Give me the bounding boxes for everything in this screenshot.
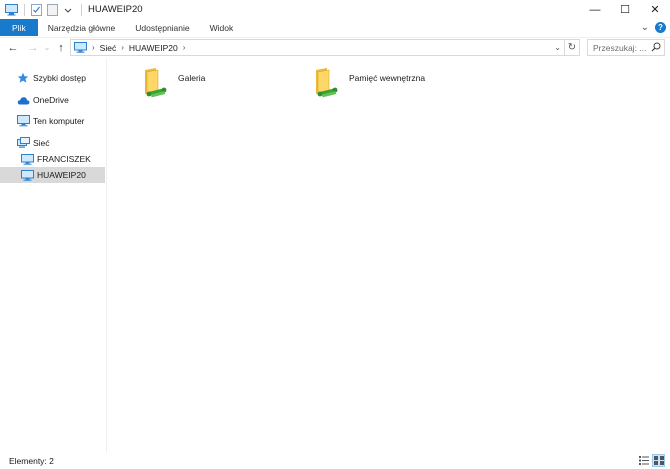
- sidebar-item-quick-access[interactable]: Szybki dostęp: [0, 70, 105, 86]
- new-folder-icon[interactable]: [45, 3, 59, 17]
- list-item-galeria[interactable]: Galeria: [142, 66, 205, 98]
- list-item-internal-memory[interactable]: Pamięć wewnętrzna: [313, 66, 425, 98]
- computer-icon: [16, 114, 30, 128]
- sidebar-item-onedrive[interactable]: OneDrive: [0, 92, 105, 108]
- sidebar-item-label: FRANCISZEK: [37, 154, 91, 164]
- address-bar[interactable]: › Sieć › HUAWEIP20 › ⌄ ↻: [70, 39, 580, 56]
- window-controls: — ☐ ✕: [580, 0, 670, 19]
- search-box[interactable]: [587, 39, 665, 56]
- help-icon[interactable]: ?: [655, 22, 666, 33]
- sidebar-item-this-pc[interactable]: Ten komputer: [0, 113, 105, 129]
- item-label: Pamięć wewnętrzna: [349, 73, 426, 83]
- recent-locations-button[interactable]: ⌄: [40, 39, 54, 57]
- breadcrumb-network[interactable]: Sieć: [100, 43, 117, 53]
- sidebar-item-franciszek[interactable]: FRANCISZEK: [0, 151, 105, 167]
- breadcrumb-separator[interactable]: ›: [183, 43, 186, 52]
- tab-share[interactable]: Udostępnianie: [125, 19, 199, 36]
- title-bar: HUAWEIP20 — ☐ ✕: [0, 0, 670, 19]
- sidebar-item-label: OneDrive: [33, 95, 69, 105]
- network-location-icon: [74, 42, 87, 53]
- breadcrumb-separator[interactable]: ›: [92, 43, 95, 52]
- breadcrumb-device[interactable]: HUAWEIP20: [129, 43, 178, 53]
- up-button[interactable]: ↑: [54, 39, 68, 57]
- sidebar-item-label: Sieć: [33, 138, 50, 148]
- sidebar-item-network[interactable]: Sieć: [0, 135, 105, 151]
- sidebar-item-label: Ten komputer: [33, 116, 85, 126]
- properties-icon[interactable]: [29, 3, 43, 17]
- sidebar-item-label: HUAWEIP20: [37, 170, 86, 180]
- expand-ribbon-icon[interactable]: ⌄: [641, 22, 649, 33]
- refresh-icon[interactable]: ↻: [564, 40, 579, 55]
- large-icons-view-icon[interactable]: [652, 454, 665, 467]
- customize-toolbar-icon[interactable]: [61, 3, 75, 17]
- item-count: Elementy: 2: [9, 456, 54, 466]
- shared-folder-icon: [316, 68, 338, 98]
- forward-button[interactable]: →: [26, 39, 40, 57]
- back-button[interactable]: ←: [6, 39, 20, 57]
- file-list: Galeria Pamięć wewnętrzna: [108, 58, 670, 453]
- breadcrumb-separator[interactable]: ›: [121, 43, 124, 52]
- maximize-button[interactable]: ☐: [610, 0, 640, 19]
- monitor-icon: [20, 152, 34, 166]
- shared-folder-icon: [145, 68, 167, 98]
- search-input[interactable]: [593, 42, 651, 53]
- tab-view[interactable]: Widok: [200, 19, 244, 36]
- minimize-button[interactable]: —: [580, 0, 610, 19]
- ribbon-right-controls: ⌄ ?: [641, 19, 666, 36]
- navigation-pane: Szybki dostęp OneDrive Ten komputer Sieć…: [0, 58, 107, 453]
- tab-file[interactable]: Plik: [0, 19, 38, 36]
- view-switcher: [638, 454, 665, 467]
- close-button[interactable]: ✕: [640, 0, 670, 19]
- search-icon[interactable]: [651, 42, 661, 54]
- quick-access-toolbar: HUAWEIP20: [0, 0, 143, 19]
- network-icon: [16, 136, 30, 150]
- toolbar-divider: [24, 3, 25, 16]
- status-bar: Elementy: 2: [0, 453, 670, 469]
- toolbar-divider: [81, 3, 82, 16]
- details-view-icon[interactable]: [638, 455, 649, 466]
- ribbon-tabs: Plik Narzędzia główne Udostępnianie Wido…: [0, 19, 670, 36]
- sidebar-item-label: Szybki dostęp: [33, 73, 86, 83]
- computer-icon[interactable]: [4, 3, 18, 17]
- navigation-bar: ← → ⌄ ↑ › Sieć › HUAWEIP20 › ⌄ ↻: [0, 37, 670, 57]
- item-label: Galeria: [178, 73, 206, 83]
- sidebar-item-huaweip20[interactable]: HUAWEIP20: [0, 167, 105, 183]
- monitor-icon: [20, 168, 34, 182]
- tab-home[interactable]: Narzędzia główne: [38, 19, 126, 36]
- address-dropdown-icon[interactable]: ⌄: [554, 40, 561, 55]
- star-icon: [16, 71, 30, 85]
- window-title: HUAWEIP20: [88, 4, 143, 15]
- cloud-icon: [16, 93, 30, 107]
